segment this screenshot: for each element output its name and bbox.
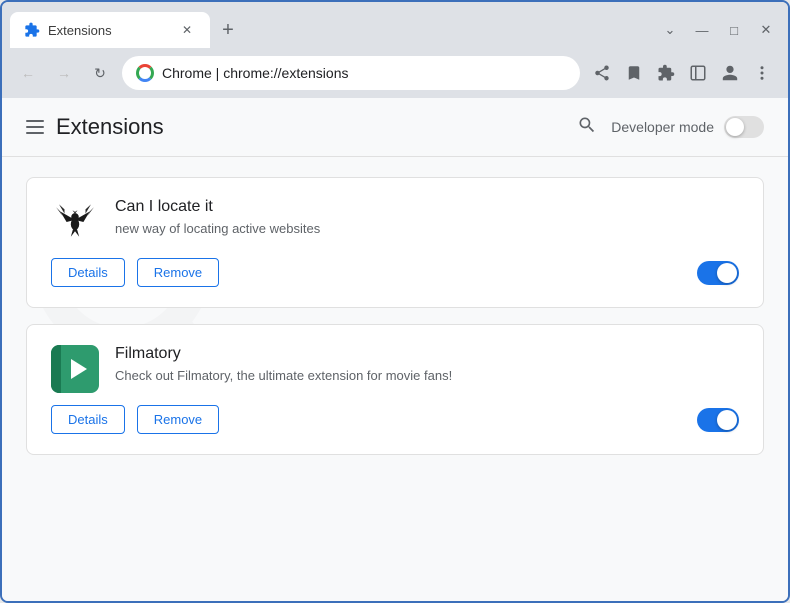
ext-1-top: Can I locate it new way of locating acti… <box>51 198 739 246</box>
extensions-header: Extensions Developer mode <box>2 98 788 157</box>
refresh-button[interactable]: ↻ <box>86 59 114 87</box>
maximize-btn[interactable]: □ <box>720 18 748 42</box>
extensions-tab[interactable]: Extensions ✕ <box>10 12 210 48</box>
developer-mode-area: Developer mode <box>577 115 764 140</box>
close-btn[interactable]: ✕ <box>752 18 780 42</box>
account-icon <box>721 64 739 82</box>
tab-bar: Extensions ✕ + <box>10 12 652 48</box>
page-title: Extensions <box>56 114 164 140</box>
search-extensions-button[interactable] <box>577 115 597 140</box>
play-icon <box>71 359 87 379</box>
ext-1-remove-button[interactable]: Remove <box>137 258 219 287</box>
minimize-btn[interactable]: — <box>688 18 716 42</box>
bird-icon <box>54 201 96 243</box>
ext-2-name: Filmatory <box>115 345 739 363</box>
extensions-list: riash.com <box>2 157 788 475</box>
puzzle-tab-icon <box>24 22 40 38</box>
ext-1-icon <box>51 198 99 246</box>
title-bar: Extensions ✕ + ⌄ — □ ✕ <box>2 2 788 50</box>
bookmark-icon <box>625 64 643 82</box>
window-controls: ⌄ — □ ✕ <box>656 18 780 42</box>
ext-2-top: Filmatory Check out Filmatory, the ultim… <box>51 345 739 393</box>
toolbar-icons <box>588 59 776 87</box>
developer-mode-toggle[interactable] <box>724 116 764 138</box>
ext-1-bottom: Details Remove <box>51 258 739 287</box>
ext-1-name: Can I locate it <box>115 198 739 216</box>
extension-card-1: Can I locate it new way of locating acti… <box>26 177 764 308</box>
extension-card-2: Filmatory Check out Filmatory, the ultim… <box>26 324 764 455</box>
menu-dots-icon <box>753 64 771 82</box>
ext-2-bottom: Details Remove <box>51 405 739 434</box>
chrome-logo-icon <box>136 64 154 82</box>
ext-2-desc: Check out Filmatory, the ultimate extens… <box>115 367 739 385</box>
share-icon <box>593 64 611 82</box>
sidebar-button[interactable] <box>684 59 712 87</box>
url-text: Chrome | chrome://extensions <box>162 65 566 81</box>
back-button[interactable]: ← <box>14 59 42 87</box>
share-button[interactable] <box>588 59 616 87</box>
menu-button[interactable] <box>748 59 776 87</box>
ext-2-details-button[interactable]: Details <box>51 405 125 434</box>
page-content: Extensions Developer mode <box>2 98 788 601</box>
tab-title: Extensions <box>48 23 112 38</box>
browser-window: Extensions ✕ + ⌄ — □ ✕ ← → <box>0 0 790 603</box>
address-bar: ← → ↻ Chrome | chrome://extensions <box>2 50 788 98</box>
developer-mode-label: Developer mode <box>611 119 714 135</box>
ext-1-desc: new way of locating active websites <box>115 220 739 238</box>
ext-2-remove-button[interactable]: Remove <box>137 405 219 434</box>
bookmark-button[interactable] <box>620 59 648 87</box>
account-button[interactable] <box>716 59 744 87</box>
new-tab-button[interactable]: + <box>214 16 242 44</box>
hamburger-menu[interactable] <box>26 120 44 134</box>
extensions-title-area: Extensions <box>26 114 164 140</box>
ext-1-info: Can I locate it new way of locating acti… <box>115 198 739 238</box>
ext-2-info: Filmatory Check out Filmatory, the ultim… <box>115 345 739 385</box>
ext-1-toggle[interactable] <box>697 261 739 285</box>
search-icon <box>577 115 597 135</box>
dropdown-btn[interactable]: ⌄ <box>656 18 684 42</box>
url-bar[interactable]: Chrome | chrome://extensions <box>122 56 580 90</box>
extensions-toolbar-button[interactable] <box>652 59 680 87</box>
ext-1-details-button[interactable]: Details <box>51 258 125 287</box>
sidebar-icon <box>689 64 707 82</box>
forward-button[interactable]: → <box>50 59 78 87</box>
ext-2-toggle[interactable] <box>697 408 739 432</box>
extensions-toolbar-icon <box>657 64 675 82</box>
tab-close-btn[interactable]: ✕ <box>178 21 196 39</box>
ext-2-icon <box>51 345 99 393</box>
